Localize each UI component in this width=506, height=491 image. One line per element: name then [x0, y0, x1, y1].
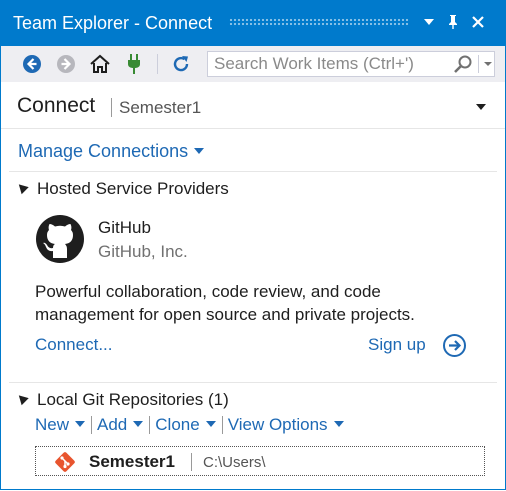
view-options-label: View Options [227, 415, 328, 434]
search-box[interactable] [207, 51, 495, 77]
chevron-down-icon [75, 421, 86, 427]
chevron-down-icon [476, 104, 486, 110]
action-separator [149, 416, 151, 434]
close-button[interactable] [467, 9, 489, 35]
refresh-icon [173, 56, 189, 72]
connect-button[interactable] [121, 51, 147, 77]
section-divider [9, 382, 497, 383]
title-divider [111, 98, 112, 117]
provider-company: GitHub, Inc. [98, 242, 188, 261]
search-input[interactable] [208, 52, 454, 76]
chevron-down-icon [484, 62, 492, 66]
chevron-down-icon [133, 421, 144, 427]
manage-connections-link[interactable]: Manage Connections [18, 141, 205, 162]
team-explorer-window: Team Explorer - Connect Search Work Item… [0, 0, 506, 490]
provider-name: GitHub [98, 218, 151, 237]
window-title: Team Explorer - Connect [13, 13, 213, 33]
new-label: New [35, 415, 70, 434]
chevron-down-icon [194, 148, 205, 155]
page-header: Connect Semester1 [1, 82, 505, 129]
close-icon [472, 16, 484, 28]
search-icon[interactable] [452, 54, 474, 76]
page-title: Connect [17, 94, 96, 117]
home-icon [90, 54, 110, 73]
repo-name: Semester1 [89, 452, 176, 471]
new-repo-button[interactable]: New [35, 415, 86, 435]
local-repos-heading: Local Git Repositories (1) [37, 390, 229, 409]
forward-button[interactable] [53, 51, 79, 77]
arrow-right-circle-icon[interactable] [442, 333, 467, 358]
search-options-button[interactable] [482, 52, 494, 76]
repo-separator [191, 453, 192, 471]
repo-path: C:\Users\ [203, 454, 266, 471]
plug-icon [128, 54, 140, 74]
back-icon [23, 55, 41, 73]
section-divider [9, 171, 497, 172]
forward-icon [57, 55, 75, 73]
github-signup-link[interactable]: Sign up [368, 335, 426, 355]
pin-icon [449, 15, 457, 29]
hosted-providers-heading: Hosted Service Providers [37, 179, 229, 198]
window-menu-button[interactable] [418, 9, 440, 35]
title-grip[interactable] [229, 18, 409, 27]
view-options-button[interactable]: View Options [228, 415, 344, 435]
home-button[interactable] [87, 51, 113, 77]
clone-repo-button[interactable]: Clone [155, 415, 216, 435]
hosted-providers-header[interactable]: Hosted Service Providers [15, 179, 229, 199]
local-repos-header[interactable]: Local Git Repositories (1) [15, 390, 229, 410]
action-separator [221, 416, 223, 434]
pin-button[interactable] [442, 9, 464, 35]
chevron-down-icon [205, 421, 216, 427]
add-repo-button[interactable]: Add [97, 415, 144, 435]
chevron-down-icon [424, 19, 434, 25]
manage-connections-label: Manage Connections [18, 141, 189, 161]
collapse-icon [15, 180, 29, 195]
page-menu-button[interactable] [475, 99, 487, 110]
project-name[interactable]: Semester1 [119, 98, 201, 118]
back-button[interactable] [19, 51, 45, 77]
repo-list-item[interactable]: Semester1 C:\Users\ [35, 446, 485, 476]
action-separator [91, 416, 93, 434]
search-divider [478, 55, 479, 73]
toolbar-separator [157, 54, 158, 74]
repo-actions: New Add Clone View Options [35, 415, 344, 435]
refresh-button[interactable] [168, 51, 194, 77]
chevron-down-icon [333, 421, 344, 427]
add-label: Add [97, 415, 128, 434]
github-logo-icon [36, 215, 84, 263]
collapse-icon [15, 391, 29, 406]
github-connect-link[interactable]: Connect... [35, 335, 113, 355]
title-bar[interactable]: Team Explorer - Connect [1, 0, 505, 46]
toolbar [1, 46, 505, 82]
clone-label: Clone [155, 415, 200, 434]
provider-description: Powerful collaboration, code review, and… [35, 282, 415, 324]
git-repo-icon [55, 452, 75, 472]
